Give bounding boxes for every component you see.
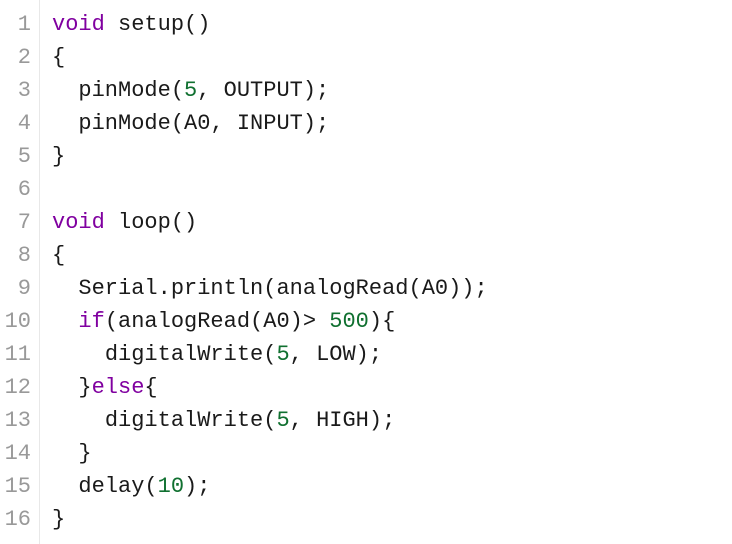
token-plain: HIGH [316,408,369,433]
token-plain [105,12,118,37]
token-kw-ctrl: if [78,309,104,334]
token-punct: ); [303,78,329,103]
token-fn: digitalWrite [105,408,263,433]
token-punct: } [52,507,65,532]
line-number: 6 [4,173,31,206]
line-number: 7 [4,206,31,239]
line-number: 14 [4,437,31,470]
token-punct: } [52,144,65,169]
token-num: 500 [329,309,369,334]
code-line: void loop() [52,206,732,239]
line-number: 3 [4,74,31,107]
token-punct: { [52,45,65,70]
token-plain: A0 [184,111,210,136]
token-fn: analogRead [118,309,250,334]
token-kw-type: void [52,210,105,235]
token-plain [105,210,118,235]
token-punct: } [78,441,91,466]
token-punct: ( [171,78,184,103]
code-line: } [52,437,732,470]
token-fn: digitalWrite [105,342,263,367]
line-number: 16 [4,503,31,536]
code-line: pinMode(A0, INPUT); [52,107,732,140]
line-number: 4 [4,107,31,140]
token-punct: } [78,375,91,400]
line-number: 15 [4,470,31,503]
token-punct: () [171,210,197,235]
code-line: } [52,503,732,536]
line-number-gutter: 12345678910111213141516 [0,0,40,544]
token-punct: ( [263,342,276,367]
token-punct: , [290,342,316,367]
token-plain: A0 [263,309,289,334]
token-fn: loop [118,210,171,235]
token-punct: )> [290,309,330,334]
line-number: 10 [4,305,31,338]
token-punct: ){ [369,309,395,334]
code-line: void setup() [52,8,732,41]
code-line: }else{ [52,371,732,404]
token-plain: Serial [78,276,157,301]
token-punct: { [144,375,157,400]
token-num: 5 [184,78,197,103]
line-number: 12 [4,371,31,404]
token-fn: delay [78,474,144,499]
token-punct: ( [263,276,276,301]
token-punct: ( [171,111,184,136]
line-number: 8 [4,239,31,272]
token-plain: OUTPUT [224,78,303,103]
token-fn: pinMode [78,111,170,136]
line-number: 13 [4,404,31,437]
token-fn: setup [118,12,184,37]
token-punct: ); [369,408,395,433]
token-num: 5 [276,408,289,433]
code-line: pinMode(5, OUTPUT); [52,74,732,107]
line-number: 1 [4,8,31,41]
code-line: digitalWrite(5, HIGH); [52,404,732,437]
token-punct: ); [184,474,210,499]
code-line: delay(10); [52,470,732,503]
line-number: 5 [4,140,31,173]
code-line: } [52,140,732,173]
token-punct: ( [250,309,263,334]
code-line: { [52,239,732,272]
token-plain: INPUT [237,111,303,136]
token-punct: , [197,78,223,103]
token-num: 5 [276,342,289,367]
token-fn: println [171,276,263,301]
token-punct: ( [408,276,421,301]
token-num: 10 [158,474,184,499]
token-punct: { [52,243,65,268]
token-kw-type: void [52,12,105,37]
code-area: void setup(){ pinMode(5, OUTPUT); pinMod… [40,0,732,544]
code-line: if(analogRead(A0)> 500){ [52,305,732,338]
token-punct: ( [144,474,157,499]
token-plain: A0 [422,276,448,301]
token-punct: ( [105,309,118,334]
code-line: Serial.println(analogRead(A0)); [52,272,732,305]
token-kw-ctrl: else [92,375,145,400]
code-line [52,173,732,206]
token-punct: , [290,408,316,433]
line-number: 9 [4,272,31,305]
token-punct: , [210,111,236,136]
token-punct: ( [263,408,276,433]
token-punct: )); [448,276,488,301]
token-punct: () [184,12,210,37]
token-fn: pinMode [78,78,170,103]
line-number: 11 [4,338,31,371]
token-punct: ); [303,111,329,136]
token-plain: LOW [316,342,356,367]
code-line: { [52,41,732,74]
code-line: digitalWrite(5, LOW); [52,338,732,371]
token-fn: analogRead [276,276,408,301]
token-punct: . [158,276,171,301]
token-punct: ); [356,342,382,367]
line-number: 2 [4,41,31,74]
